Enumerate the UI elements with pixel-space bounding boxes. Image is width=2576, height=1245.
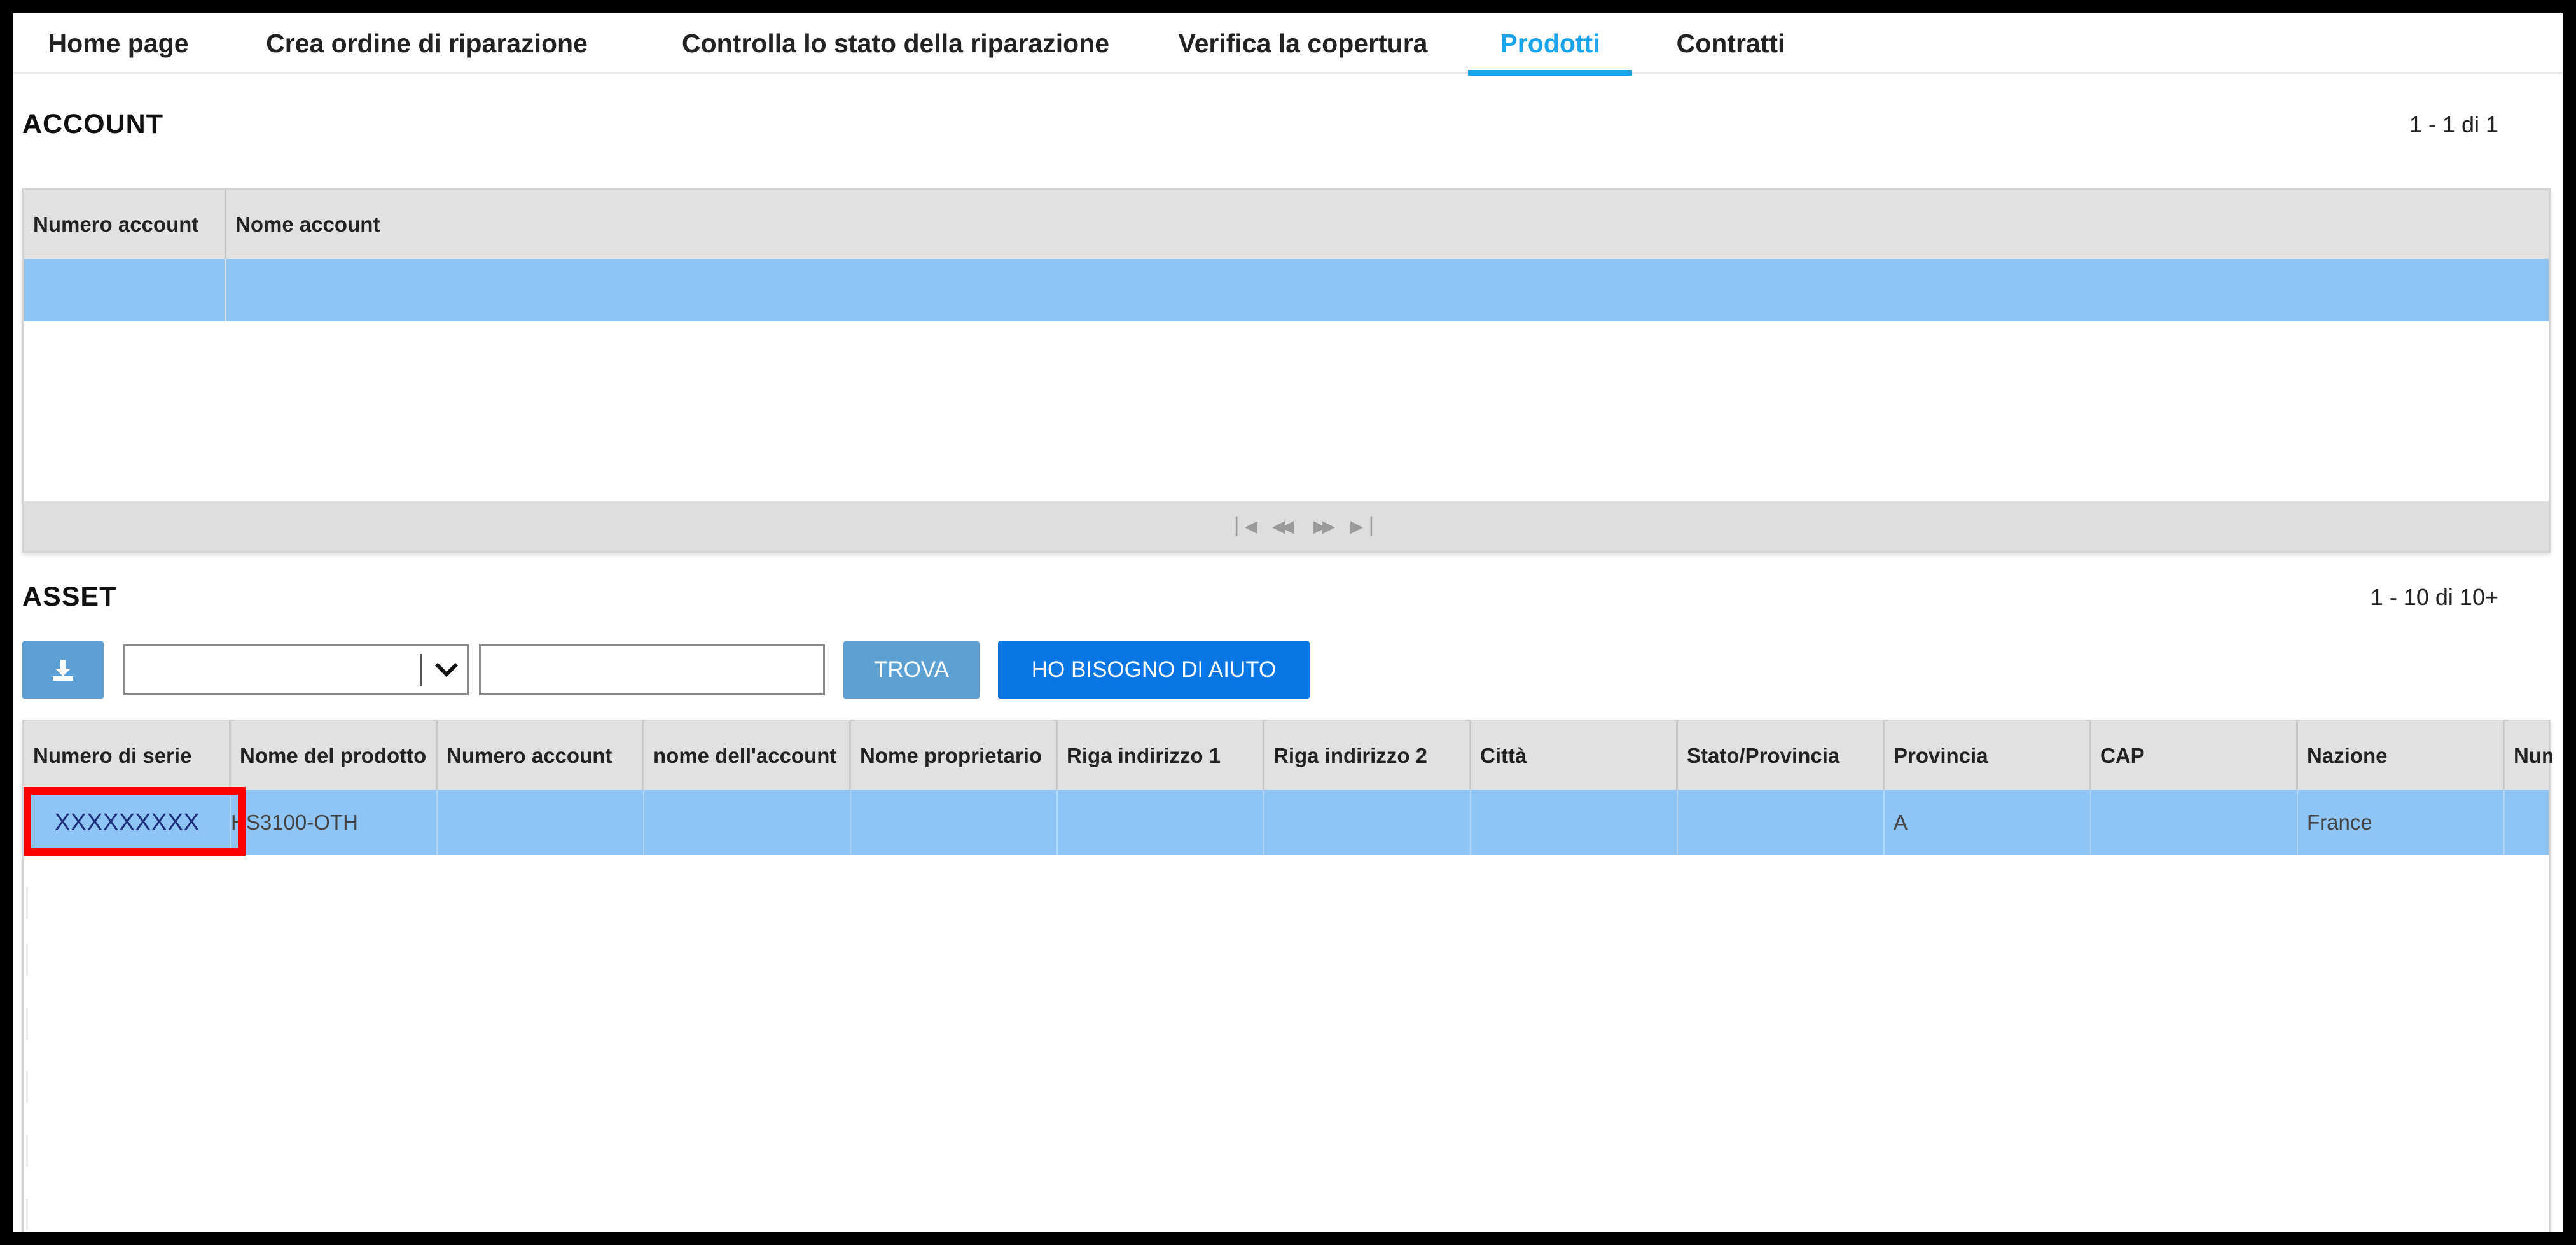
tab-prodotti[interactable]: Prodotti [1468, 13, 1632, 76]
asset-cell-owner-name [851, 790, 1058, 855]
asset-table-row[interactable]: XXXXXXXXX HS3100-OTH A France [24, 790, 2549, 855]
account-col-numero-account[interactable]: Numero account [24, 190, 226, 259]
empty-row-guide [26, 887, 28, 919]
account-cell-nome [226, 259, 2549, 321]
account-table-row[interactable] [24, 259, 2549, 321]
asset-cell-num [2505, 790, 2552, 855]
tab-contratti[interactable]: Contratti [1661, 13, 1801, 74]
empty-row-guide [26, 1199, 28, 1230]
asset-section-title: ASSET [22, 581, 117, 612]
export-button[interactable] [22, 641, 104, 699]
tab-crea-ordine[interactable]: Crea ordine di riparazione [258, 13, 595, 74]
account-section-title: ACCOUNT [22, 109, 163, 139]
asset-cell-nation: France [2298, 790, 2505, 855]
asset-col-nome-proprietario[interactable]: Nome proprietario [851, 721, 1058, 790]
tab-home-page[interactable]: Home page [45, 13, 191, 74]
asset-cell-product-name: HS3100-OTH [231, 790, 438, 855]
find-button[interactable]: TROVA [843, 641, 980, 699]
account-cell-numero [24, 259, 226, 321]
asset-cell-cap [2091, 790, 2298, 855]
asset-col-cap[interactable]: CAP [2091, 721, 2298, 790]
tab-verifica-copertura[interactable]: Verifica la copertura [1168, 13, 1438, 74]
asset-cell-serial-number[interactable]: XXXXXXXXX [24, 790, 231, 855]
download-icon [53, 660, 73, 681]
prev-page-icon[interactable]: ◀◀ [1272, 501, 1294, 551]
asset-col-riga-indirizzo-1[interactable]: Riga indirizzo 1 [1058, 721, 1264, 790]
account-grid-header: Numero account Nome account [24, 190, 2549, 259]
asset-col-numero-di-serie[interactable]: Numero di serie [24, 721, 231, 790]
account-grid: Numero account Nome account ▏◀ ◀◀ ▶▶ ▶▕ [22, 188, 2551, 553]
asset-col-nome-prodotto[interactable]: Nome del prodotto [231, 721, 438, 790]
asset-cell-account-number [438, 790, 644, 855]
asset-cell-state [1678, 790, 1885, 855]
search-input[interactable] [479, 644, 825, 695]
first-page-icon[interactable]: ▏◀ [1236, 501, 1257, 551]
app-frame: Home page Crea ordine di riparazione Con… [13, 13, 2563, 1232]
asset-col-num[interactable]: Num [2505, 721, 2552, 790]
chevron-down-icon [434, 662, 459, 678]
asset-col-citta[interactable]: Città [1471, 721, 1678, 790]
select-separator [420, 654, 422, 686]
empty-row-guide [26, 944, 28, 976]
asset-pager-text: 1 - 10 di 10+ [2370, 584, 2498, 610]
asset-col-nome-account[interactable]: nome dell'account [644, 721, 851, 790]
account-pager-text: 1 - 1 di 1 [2409, 111, 2498, 137]
asset-col-stato-provincia[interactable]: Stato/Provincia [1678, 721, 1885, 790]
asset-cell-address-1 [1058, 790, 1264, 855]
asset-cell-address-2 [1264, 790, 1471, 855]
empty-row-guide [26, 1071, 28, 1103]
account-grid-pager: ▏◀ ◀◀ ▶▶ ▶▕ [24, 501, 2549, 551]
last-page-icon[interactable]: ▶▕ [1350, 501, 1372, 551]
empty-row-guide [26, 1135, 28, 1167]
asset-cell-province: A [1885, 790, 2091, 855]
asset-cell-account-name [644, 790, 851, 855]
help-button[interactable]: HO BISOGNO DI AIUTO [998, 641, 1310, 699]
filter-field-select[interactable] [123, 644, 469, 695]
asset-cell-city [1471, 790, 1678, 855]
asset-col-riga-indirizzo-2[interactable]: Riga indirizzo 2 [1264, 721, 1471, 790]
asset-col-numero-account[interactable]: Numero account [438, 721, 644, 790]
asset-col-provincia[interactable]: Provincia [1885, 721, 2091, 790]
asset-grid: Numero di serie Nome del prodotto Numero… [22, 720, 2552, 1232]
account-col-nome-account[interactable]: Nome account [226, 190, 2549, 259]
empty-row-guide [26, 1008, 28, 1040]
asset-col-nazione[interactable]: Nazione [2298, 721, 2505, 790]
tab-controlla-stato[interactable]: Controlla lo stato della riparazione [661, 13, 1130, 74]
top-nav: Home page Crea ordine di riparazione Con… [13, 13, 2563, 76]
asset-grid-header: Numero di serie Nome del prodotto Numero… [24, 721, 2552, 790]
next-page-icon[interactable]: ▶▶ [1313, 501, 1335, 551]
